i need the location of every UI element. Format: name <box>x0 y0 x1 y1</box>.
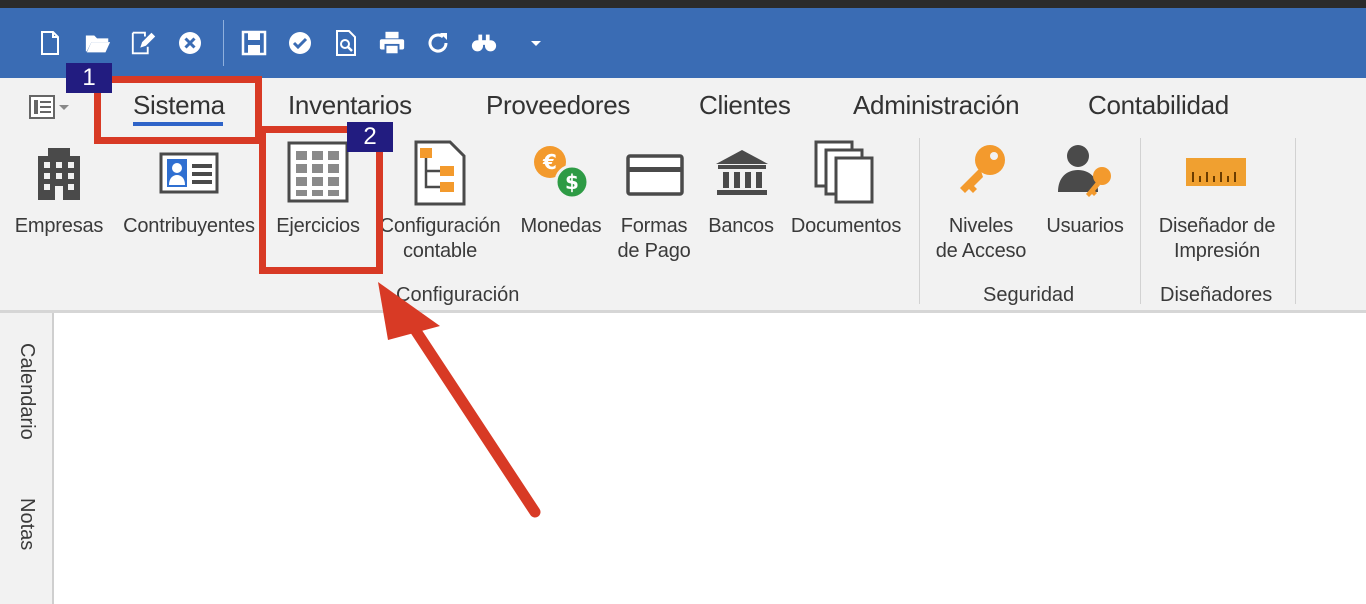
usuarios-label: Usuarios <box>1046 215 1124 237</box>
currency-icon: € $ <box>534 146 590 200</box>
window-top-edge <box>0 0 1366 8</box>
configuracion-contable-label-line2: contable <box>402 240 477 262</box>
application-menu-icon <box>29 95 69 119</box>
svg-text:€: € <box>542 150 557 174</box>
side-tab-calendario[interactable]: Calendario <box>15 343 38 440</box>
accounting-tree-icon <box>414 140 466 206</box>
niveles-de-acceso-label: Niveles de Acceso <box>930 214 1032 264</box>
refresh-icon[interactable] <box>424 28 452 58</box>
save-icon[interactable] <box>240 28 268 58</box>
ribbon-divider <box>0 310 1366 313</box>
disenador-de-impresion-label-line2: Impresión <box>1173 240 1260 262</box>
tab-clientes[interactable]: Clientes <box>699 90 791 121</box>
new-document-icon[interactable] <box>36 28 64 58</box>
building-icon <box>38 148 80 200</box>
check-circle-icon[interactable] <box>286 28 314 58</box>
toolbar-separator <box>223 20 224 66</box>
niveles-de-acceso-label-line2: de Acceso <box>935 240 1027 262</box>
bancos-label: Bancos <box>708 215 774 237</box>
monedas-label: Monedas <box>520 215 602 237</box>
callout-box-sistema <box>94 76 262 144</box>
bank-icon <box>716 150 768 195</box>
group-separator <box>1140 138 1141 304</box>
app-menu-button[interactable] <box>28 92 72 122</box>
group-label-seguridad: Seguridad <box>983 284 1075 306</box>
open-folder-icon[interactable] <box>84 28 112 58</box>
formas-de-pago-label-line2: de Pago <box>617 240 691 262</box>
callout-badge-2: 2 <box>347 122 393 152</box>
tab-contabilidad[interactable]: Contabilidad <box>1088 90 1229 121</box>
contribuyentes-label: Contribuyentes <box>123 215 255 237</box>
dropdown-arrow-icon[interactable] <box>522 28 550 58</box>
documents-icon <box>814 140 874 204</box>
disenador-de-impresion-label: Diseñador de Impresión <box>1150 214 1284 264</box>
group-separator <box>1295 138 1296 304</box>
svg-text:$: $ <box>565 170 579 194</box>
binoculars-icon[interactable] <box>470 28 498 58</box>
empresas-label: Empresas <box>14 215 104 237</box>
configuracion-contable-label: Configuración contable <box>376 214 504 264</box>
edit-document-icon[interactable] <box>130 28 158 58</box>
print-icon[interactable] <box>378 28 406 58</box>
user-key-icon <box>1058 145 1111 197</box>
configuracion-contable-label-line1: Configuración <box>379 215 501 237</box>
credit-card-icon <box>626 154 684 196</box>
tab-administracion[interactable]: Administración <box>853 90 1020 121</box>
niveles-de-acceso-label-line1: Niveles <box>948 215 1014 237</box>
id-card-icon <box>159 152 219 194</box>
key-icon <box>960 145 1005 193</box>
close-circle-icon[interactable] <box>176 28 204 58</box>
disenador-de-impresion-label-line1: Diseñador de <box>1158 215 1276 237</box>
documentos-label: Documentos <box>790 215 902 237</box>
quick-access-toolbar <box>0 8 1366 78</box>
side-tab-notas[interactable]: Notas <box>15 498 38 550</box>
formas-de-pago-label: Formas de Pago <box>608 214 700 264</box>
print-preview-icon[interactable] <box>332 28 360 58</box>
tab-inventarios[interactable]: Inventarios <box>288 90 412 121</box>
group-separator <box>919 138 920 304</box>
callout-badge-1: 1 <box>66 63 112 93</box>
group-label-disenadores: Diseñadores <box>1160 284 1273 306</box>
formas-de-pago-label-line1: Formas <box>620 215 688 237</box>
group-label-configuracion: Configuración <box>396 284 520 306</box>
ruler-icon <box>1186 158 1246 186</box>
tab-proveedores[interactable]: Proveedores <box>486 90 630 121</box>
